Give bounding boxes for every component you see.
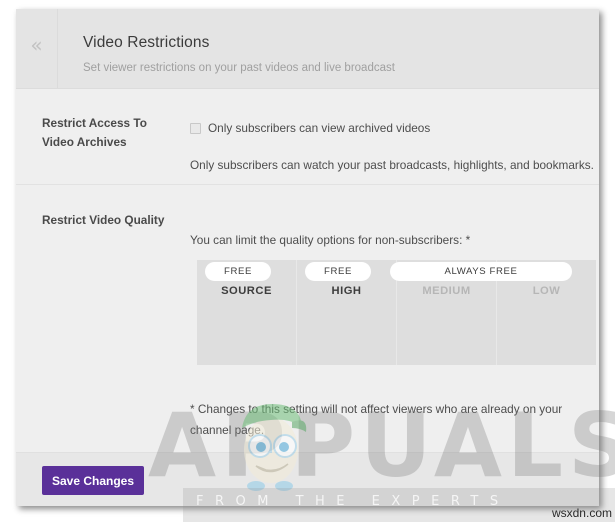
quality-intro-text: You can limit the quality options for no… xyxy=(190,233,471,247)
archives-helper-text: Only subscribers can watch your past bro… xyxy=(190,158,594,172)
video-restrictions-panel: « Video Restrictions Set viewer restrict… xyxy=(16,9,599,506)
row-label-restrict-archives: Restrict Access To Video Archives xyxy=(42,116,147,149)
row-label-restrict-quality: Restrict Video Quality xyxy=(42,213,165,227)
quality-column-title: HIGH xyxy=(331,285,362,297)
watermark-source-label: wsxdn.com xyxy=(551,506,612,520)
row-restrict-archives: Restrict Access To Video Archives Only s… xyxy=(16,88,599,185)
archives-checkbox-row[interactable]: Only subscribers can view archived video… xyxy=(190,122,430,135)
archives-checkbox-label: Only subscribers can view archived video… xyxy=(208,121,431,135)
sidebar-collapse-button[interactable]: « xyxy=(16,9,58,88)
panel-footer: Save Changes xyxy=(16,452,599,506)
quality-footnote: * Changes to this setting will not affec… xyxy=(190,402,563,437)
row-restrict-quality: Restrict Video Quality You can limit the… xyxy=(16,185,599,452)
screenshot-root: « Video Restrictions Set viewer restrict… xyxy=(0,0,615,522)
panel-header: « Video Restrictions Set viewer restrict… xyxy=(16,9,599,89)
quality-column-title: MEDIUM xyxy=(422,285,471,297)
page-subtitle: Set viewer restrictions on your past vid… xyxy=(83,62,395,74)
save-changes-button[interactable]: Save Changes xyxy=(42,466,144,495)
double-chevron-left-icon: « xyxy=(30,33,43,57)
archives-checkbox[interactable] xyxy=(190,123,201,134)
quality-column-title: LOW xyxy=(532,285,561,297)
quality-pill-always-free[interactable]: ALWAYS FREE xyxy=(390,262,572,281)
quality-pill-source[interactable]: FREE xyxy=(205,262,271,281)
page-title: Video Restrictions xyxy=(83,34,210,51)
quality-pill-high[interactable]: FREE xyxy=(305,262,371,281)
quality-column-title: SOURCE xyxy=(221,285,272,297)
